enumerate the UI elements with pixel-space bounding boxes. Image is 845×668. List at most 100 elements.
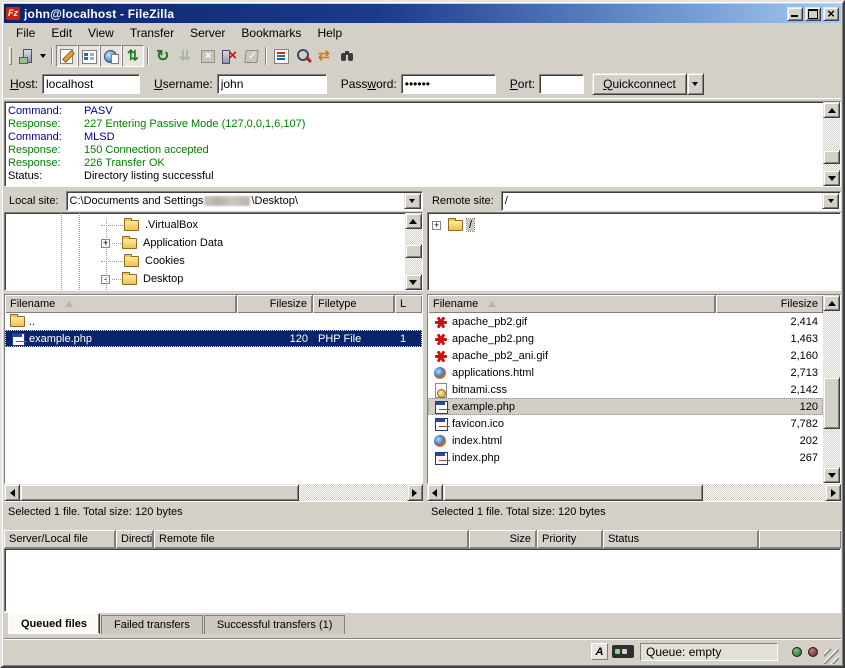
- column-header-lastmodified[interactable]: L: [395, 295, 422, 313]
- tree-item-root[interactable]: + /: [428, 216, 840, 234]
- column-header-filetype[interactable]: Filetype: [313, 295, 395, 313]
- close-button[interactable]: [823, 7, 839, 21]
- refresh-button[interactable]: [152, 45, 174, 67]
- maximize-button[interactable]: [805, 7, 821, 21]
- chevron-down-icon: [828, 199, 834, 203]
- compare-button[interactable]: [292, 45, 314, 67]
- scrollbar-thumb[interactable]: [20, 484, 299, 501]
- file-row-parent-dir[interactable]: ..: [5, 313, 422, 330]
- tree-item-cookies[interactable]: Cookies: [5, 252, 405, 270]
- php-file-icon: [433, 400, 448, 414]
- scroll-left-button[interactable]: [427, 484, 443, 501]
- file-row-example-php[interactable]: example.php 120 PHP File 1: [5, 330, 422, 347]
- port-input[interactable]: [539, 74, 584, 94]
- local-tree-vertical-scrollbar[interactable]: [405, 213, 422, 290]
- quickconnect-button[interactable]: Quickconnect: [592, 73, 687, 95]
- scroll-up-button[interactable]: [823, 295, 840, 311]
- file-row[interactable]: apache_pb2_ani.gif 2,160: [428, 347, 823, 364]
- remote-path-combo[interactable]: /: [501, 191, 841, 211]
- scroll-up-button[interactable]: [405, 213, 422, 229]
- data-type-indicator[interactable]: A: [591, 643, 608, 660]
- password-input[interactable]: [401, 74, 496, 94]
- file-row[interactable]: favicon.ico 7,782: [428, 415, 823, 432]
- site-manager-button[interactable]: [15, 45, 37, 67]
- process-queue-button[interactable]: [174, 45, 196, 67]
- queue-column-remote-file[interactable]: Remote file: [154, 530, 469, 548]
- tab-queued-files[interactable]: Queued files: [8, 613, 100, 634]
- scrollbar-thumb[interactable]: [405, 244, 422, 258]
- scrollbar-thumb[interactable]: [823, 377, 840, 429]
- filter-button[interactable]: [270, 45, 292, 67]
- remote-horizontal-scrollbar[interactable]: [427, 484, 841, 501]
- activity-led-red: [808, 647, 818, 657]
- file-row[interactable]: apache_pb2.gif 2,414: [428, 313, 823, 330]
- resize-grip[interactable]: [824, 649, 839, 664]
- column-header-filename[interactable]: Filename: [428, 295, 716, 313]
- menu-bookmarks[interactable]: Bookmarks: [233, 24, 309, 42]
- scroll-down-button[interactable]: [405, 274, 422, 290]
- scroll-up-button[interactable]: [823, 102, 840, 118]
- column-header-filename[interactable]: Filename: [5, 295, 237, 313]
- synchronized-browsing-button[interactable]: [314, 45, 336, 67]
- sort-ascending-icon: [65, 301, 73, 307]
- toggle-local-tree-button[interactable]: [78, 45, 100, 67]
- scroll-right-button[interactable]: [825, 484, 841, 501]
- queue-tabbar: Queued files Failed transfers Successful…: [4, 612, 841, 636]
- local-path-combo[interactable]: C:\Documents and Settings\Desktop\: [66, 191, 423, 211]
- file-row[interactable]: index.html 202: [428, 432, 823, 449]
- username-input[interactable]: [217, 74, 327, 94]
- host-input[interactable]: [42, 74, 140, 94]
- menu-help[interactable]: Help: [309, 24, 350, 42]
- find-button[interactable]: [336, 45, 358, 67]
- local-path-dropdown[interactable]: [404, 193, 421, 209]
- tab-successful-transfers[interactable]: Successful transfers (1): [204, 615, 346, 634]
- column-header-filesize[interactable]: Filesize: [237, 295, 313, 313]
- queue-column-direction[interactable]: Directi...: [116, 530, 154, 548]
- menu-server[interactable]: Server: [182, 24, 233, 42]
- file-row[interactable]: index.php 267: [428, 449, 823, 466]
- file-row[interactable]: applications.html 2,713: [428, 364, 823, 381]
- speed-limit-icon[interactable]: [612, 645, 634, 658]
- queue-column-status[interactable]: Status: [603, 530, 759, 548]
- menu-edit[interactable]: Edit: [43, 24, 80, 42]
- scroll-down-button[interactable]: [823, 170, 840, 186]
- scroll-down-button[interactable]: [823, 467, 840, 483]
- remote-list-header: Filename Filesize: [428, 295, 823, 313]
- queue-column-size[interactable]: Size: [469, 530, 537, 548]
- scroll-right-button[interactable]: [407, 484, 423, 501]
- expand-icon[interactable]: +: [432, 221, 441, 230]
- toggle-message-log-button[interactable]: [56, 45, 78, 67]
- queue-column-priority[interactable]: Priority: [537, 530, 603, 548]
- site-manager-dropdown[interactable]: [37, 45, 48, 67]
- disconnect-button[interactable]: [218, 45, 240, 67]
- tab-failed-transfers[interactable]: Failed transfers: [101, 615, 203, 634]
- toolbar-grip[interactable]: [9, 47, 12, 65]
- cancel-button[interactable]: [196, 45, 218, 67]
- column-header-filesize[interactable]: Filesize: [716, 295, 823, 313]
- toggle-queue-button[interactable]: [122, 45, 144, 67]
- local-horizontal-scrollbar[interactable]: [4, 484, 423, 501]
- quickconnect-dropdown[interactable]: [687, 73, 704, 95]
- minimize-button[interactable]: [787, 7, 803, 21]
- file-row[interactable]: bitnami.css 2,142: [428, 381, 823, 398]
- remote-path-dropdown[interactable]: [822, 193, 839, 209]
- menu-transfer[interactable]: Transfer: [122, 24, 182, 42]
- remote-list-vertical-scrollbar[interactable]: [823, 295, 840, 483]
- toggle-remote-tree-button[interactable]: [100, 45, 122, 67]
- local-pane-top: Local site: C:\Documents and Settings\De…: [4, 190, 423, 291]
- queue-list[interactable]: [4, 548, 841, 612]
- queue-splitter[interactable]: [4, 522, 841, 530]
- log-vertical-scrollbar[interactable]: [823, 102, 840, 186]
- tree-item-virtualbox[interactable]: .VirtualBox: [5, 216, 405, 234]
- scroll-left-button[interactable]: [4, 484, 20, 501]
- file-row-example-php[interactable]: example.php 120: [428, 398, 823, 415]
- menu-view[interactable]: View: [80, 24, 122, 42]
- tree-item-application-data[interactable]: + Application Data: [5, 234, 405, 252]
- tree-item-desktop[interactable]: - Desktop: [5, 270, 405, 288]
- file-row[interactable]: apache_pb2.png 1,463: [428, 330, 823, 347]
- reconnect-button[interactable]: [240, 45, 262, 67]
- scrollbar-thumb[interactable]: [823, 150, 840, 164]
- queue-column-server-local-file[interactable]: Server/Local file: [4, 530, 116, 548]
- menu-file[interactable]: File: [8, 24, 43, 42]
- scrollbar-thumb[interactable]: [443, 484, 703, 501]
